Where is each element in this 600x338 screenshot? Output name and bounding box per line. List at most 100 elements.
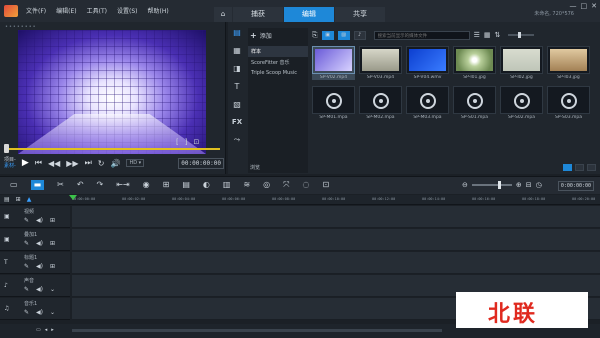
track-option-icon[interactable]: ⌄ <box>50 309 55 316</box>
media-thumbnail[interactable]: SP-M01.mpa <box>312 86 355 120</box>
screen-icon[interactable]: ⊡ <box>323 180 330 190</box>
scroll-left-icon[interactable]: ◂ <box>45 327 48 333</box>
scrub-handle[interactable] <box>4 144 9 153</box>
prev-frame-icon[interactable]: ◀◀ <box>48 159 60 168</box>
multicam-icon[interactable]: ▤ <box>182 180 190 190</box>
volume-icon[interactable]: 🔊 <box>110 159 120 168</box>
speed-icon[interactable]: ◐ <box>203 180 210 190</box>
scroll-right-icon[interactable]: ▸ <box>51 327 54 333</box>
edit-track-icon[interactable]: ✎ <box>24 263 29 270</box>
repeat-icon[interactable]: ↻ <box>98 159 105 168</box>
player-timecode[interactable]: 00:00:00:00 <box>178 157 224 169</box>
media-thumbnail[interactable]: SP-S02.mpa <box>500 86 543 120</box>
media-thumbnail[interactable]: SP-M02.mpa <box>359 86 402 120</box>
track-option-icon[interactable]: ⊞ <box>50 263 55 270</box>
expand-icon[interactable] <box>575 164 584 171</box>
folder-item[interactable]: 样本 <box>248 46 308 57</box>
import-folder-icon[interactable]: ⎘ <box>312 31 318 40</box>
mode-clip[interactable]: 素材- <box>4 163 16 169</box>
track-lane[interactable] <box>72 252 600 274</box>
mute-icon[interactable]: ◀) <box>36 286 43 293</box>
undo-icon[interactable]: ↶ <box>77 180 84 190</box>
cut-icon[interactable]: ✂ <box>57 180 64 190</box>
search-input[interactable] <box>373 30 470 40</box>
menu-settings[interactable]: 设置(S) <box>117 6 138 15</box>
transition-icon[interactable]: ◨ <box>233 64 241 73</box>
zoom-slider[interactable] <box>471 181 512 189</box>
home-icon[interactable]: ⌂ <box>214 7 232 22</box>
ruler-ticks[interactable]: 00:00:00:00 00:00:02:00 00:00:04:00 00:00:0… <box>72 197 600 205</box>
add-folder-button[interactable]: + 添加 <box>250 31 272 40</box>
home-start-icon[interactable]: ⏮ <box>35 158 42 168</box>
folder-item[interactable]: ScoreFitter 音乐 <box>248 57 308 68</box>
timeline-menu-icon[interactable]: ▭ <box>36 327 41 333</box>
track-option-icon[interactable]: ⌄ <box>50 286 55 293</box>
filter-icon[interactable]: FX <box>232 118 242 126</box>
edit-track-icon[interactable]: ✎ <box>24 240 29 247</box>
media-thumbnail[interactable]: SP-V02.mp4 <box>312 46 355 80</box>
tab-share[interactable]: 共享 <box>335 7 385 22</box>
playhead[interactable] <box>69 195 77 205</box>
mute-icon[interactable]: ◀) <box>36 309 43 316</box>
menu-tools[interactable]: 工具(T) <box>87 6 107 15</box>
scrub-bar[interactable] <box>6 148 220 150</box>
media-thumbnail[interactable]: SP-S03.mpa <box>547 86 590 120</box>
end-icon[interactable]: ⏭ <box>85 158 92 168</box>
track-header[interactable]: T 标题1 ✎ ◀) ⊞ <box>0 252 70 274</box>
track-header[interactable]: ▣ 叠加1 ✎ ◀) ⊞ <box>0 229 70 251</box>
media-thumbnail[interactable]: SP-I02.jpg <box>500 46 543 80</box>
show-audio-button[interactable]: ♪ <box>353 30 366 40</box>
mute-icon[interactable]: ◀) <box>36 240 43 247</box>
options-icon[interactable] <box>563 164 572 171</box>
mark-out-icon[interactable]: ] <box>185 138 188 146</box>
fit-icon[interactable]: ⇤⇥ <box>116 180 129 190</box>
media-thumbnail[interactable]: SP-I01.jpg <box>453 46 496 80</box>
track-header[interactable]: ♫ 音乐1 ✎ ◀) ⌄ <box>0 298 70 320</box>
media-thumbnail[interactable]: SP-S01.mpa <box>453 86 496 120</box>
browse-button[interactable]: 浏览 <box>250 164 260 171</box>
mute-icon[interactable]: ◀) <box>36 217 43 224</box>
track-option-icon[interactable]: ⊞ <box>50 217 55 224</box>
zoom-select[interactable]: HD ▾ <box>126 159 145 167</box>
play-mode[interactable]: 项目- 素材- <box>4 157 16 169</box>
minimize-icon[interactable]: — <box>570 2 577 10</box>
record-icon[interactable]: ◎ <box>263 180 270 190</box>
track-header[interactable]: ▣ 视频 ✎ ◀) ⊞ <box>0 206 70 228</box>
track-lane[interactable] <box>72 206 600 228</box>
ripple-icon[interactable]: ▲ <box>27 196 32 203</box>
track-manager-icon[interactable]: ▤ <box>4 196 10 203</box>
show-video-button[interactable]: ▣ <box>321 30 334 40</box>
split-icon[interactable]: ⊡ <box>193 138 199 146</box>
media-thumbnail[interactable]: SP-I03.jpg <box>547 46 590 80</box>
menu-file[interactable]: 文件(F) <box>26 6 46 15</box>
edit-track-icon[interactable]: ✎ <box>24 309 29 316</box>
close-icon[interactable]: ✕ <box>591 2 597 10</box>
subtitle-icon[interactable]: ◌ <box>303 180 310 190</box>
show-photo-button[interactable]: ▨ <box>337 30 350 40</box>
mask-icon[interactable]: ▥ <box>223 180 231 190</box>
color-icon[interactable]: ◉ <box>143 180 150 190</box>
chapter-icon[interactable]: ⊞ <box>16 196 21 203</box>
graphic-icon[interactable]: ▧ <box>233 100 241 109</box>
horizontal-scrollbar[interactable] <box>72 329 442 332</box>
edit-icon[interactable] <box>587 164 596 171</box>
timeline-timecode[interactable]: 0:00:00:00 <box>557 181 594 191</box>
motion-icon[interactable]: ⤧ <box>283 180 289 190</box>
media-icon[interactable]: ▤ <box>233 28 241 37</box>
track-header[interactable]: ♪ 声音 ✎ ◀) ⌄ <box>0 275 70 297</box>
mark-in-icon[interactable]: [ <box>176 138 179 146</box>
instant-project-icon[interactable]: ▦ <box>233 46 241 55</box>
maximize-icon[interactable]: □ <box>581 2 588 10</box>
grid-view-icon[interactable]: ▦ <box>484 31 491 39</box>
play-icon[interactable]: ▶ <box>22 158 29 168</box>
menu-help[interactable]: 帮助(H) <box>147 6 168 15</box>
media-thumbnail[interactable]: SP-M03.mpa <box>406 86 449 120</box>
next-frame-icon[interactable]: ▶▶ <box>66 159 78 168</box>
mute-icon[interactable]: ◀) <box>36 263 43 270</box>
path-icon[interactable]: ⤳ <box>234 135 240 145</box>
timeline-view-icon[interactable]: ▬ <box>30 180 45 190</box>
trim-icon[interactable]: ⊞ <box>163 180 170 190</box>
mix-icon[interactable]: ≋ <box>243 180 250 190</box>
media-thumbnail[interactable]: SP-V04.wmv <box>406 46 449 80</box>
zoom-in-icon[interactable]: ⊕ <box>516 181 522 189</box>
